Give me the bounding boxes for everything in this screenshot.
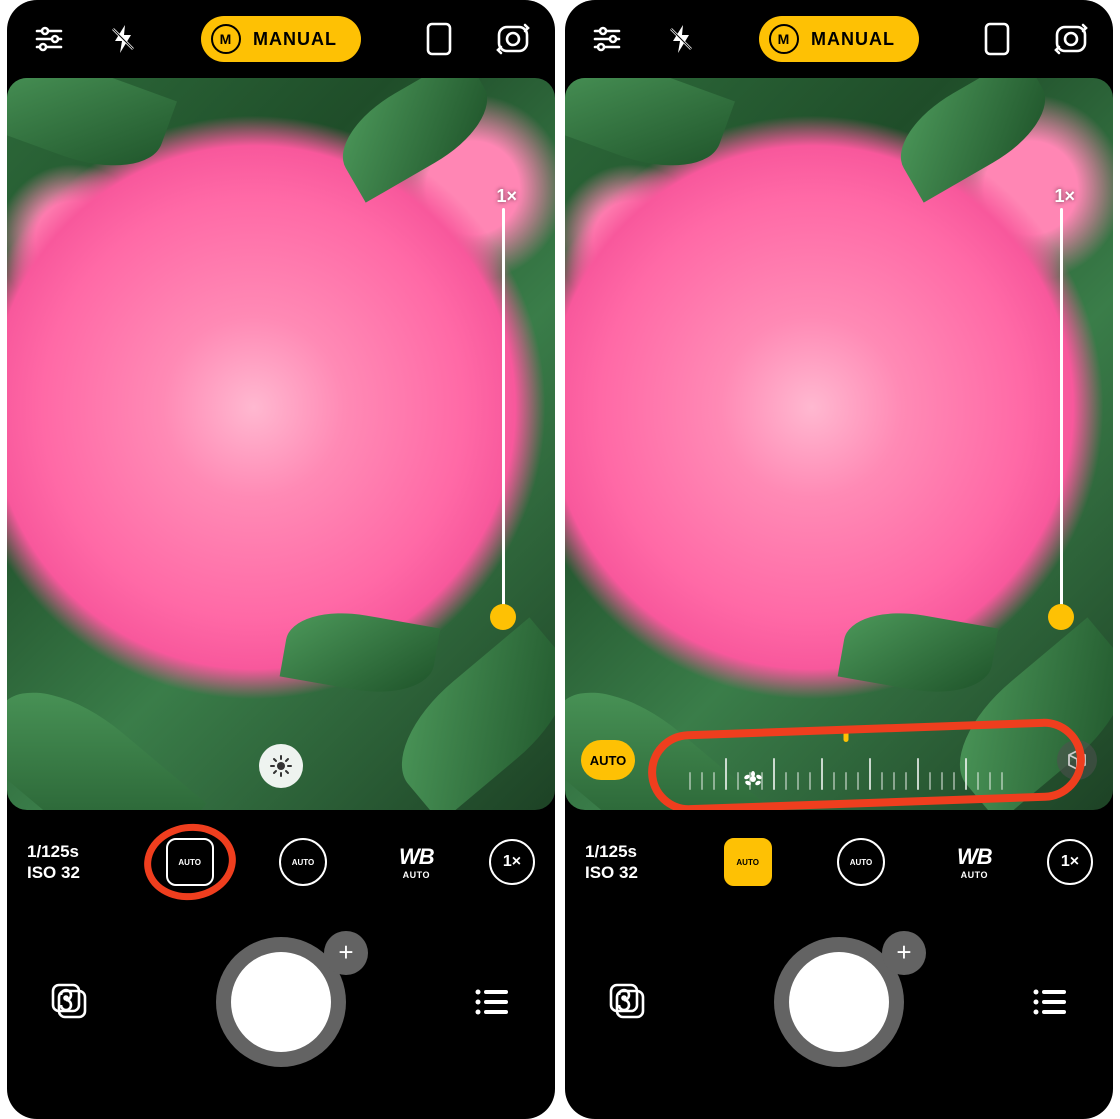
- zoom-slider-track[interactable]: [1060, 208, 1063, 628]
- focus-scale-overlay: AUTO: [565, 710, 1113, 810]
- mode-label: MANUAL: [811, 29, 895, 50]
- zoom-slider-track[interactable]: [502, 208, 505, 628]
- macro-flower-icon: [743, 771, 763, 796]
- shutter-row: +: [7, 914, 555, 1119]
- zoom-slider-thumb[interactable]: [1048, 604, 1074, 630]
- shutter-plus-button[interactable]: +: [882, 931, 926, 975]
- mode-list-button[interactable]: [1025, 977, 1075, 1027]
- lens-selector[interactable]: 1×: [489, 839, 535, 885]
- white-balance-control[interactable]: WB AUTO: [390, 836, 442, 888]
- sun-icon: [269, 754, 293, 778]
- shutter-row: +: [565, 914, 1113, 1119]
- settings-sliders-icon[interactable]: [29, 19, 69, 59]
- viewfinder[interactable]: 1×: [7, 78, 555, 810]
- controls-row: 1/125s ISO 32 AUTO AUTO WB AUTO 1×: [7, 810, 555, 914]
- gallery-button[interactable]: [603, 977, 653, 1027]
- aperture-control[interactable]: AUTO: [835, 836, 887, 888]
- aspect-ratio-icon[interactable]: [419, 19, 459, 59]
- cube-icon: [1066, 749, 1088, 771]
- shutter-button[interactable]: +: [774, 937, 904, 1067]
- shutter-readout: 1/125s: [585, 841, 675, 862]
- focus-position-marker: [844, 726, 849, 742]
- exposure-readout: 1/125s ISO 32: [27, 841, 117, 884]
- focus-control[interactable]: AUTO: [164, 836, 216, 888]
- focus-peaking-button[interactable]: [1057, 740, 1097, 780]
- settings-sliders-icon[interactable]: [587, 19, 627, 59]
- shutter-button[interactable]: +: [216, 937, 346, 1067]
- viewfinder[interactable]: 1× AUTO: [565, 78, 1113, 810]
- focus-auto-chip[interactable]: AUTO: [581, 740, 635, 780]
- top-bar: M MANUAL: [7, 0, 555, 78]
- iso-readout: ISO 32: [585, 862, 675, 883]
- mode-letter: M: [211, 24, 241, 54]
- controls-row: 1/125s ISO 32 AUTO AUTO WB AUTO 1×: [565, 810, 1113, 914]
- exposure-readout: 1/125s ISO 32: [585, 841, 675, 884]
- focus-scale[interactable]: [647, 730, 1045, 790]
- mode-manual-pill[interactable]: M MANUAL: [201, 16, 361, 62]
- zoom-slider-thumb[interactable]: [490, 604, 516, 630]
- shutter-plus-button[interactable]: +: [324, 931, 368, 975]
- mode-manual-pill[interactable]: M MANUAL: [759, 16, 919, 62]
- flash-off-icon[interactable]: [103, 19, 143, 59]
- aperture-control[interactable]: AUTO: [277, 836, 329, 888]
- mode-label: MANUAL: [253, 29, 337, 50]
- mode-list-button[interactable]: [467, 977, 517, 1027]
- focus-control[interactable]: AUTO: [722, 836, 774, 888]
- camera-screen-right: M MANUAL 1×: [565, 0, 1113, 1119]
- aspect-ratio-icon[interactable]: [977, 19, 1017, 59]
- mode-letter: M: [769, 24, 799, 54]
- white-balance-control[interactable]: WB AUTO: [948, 836, 1000, 888]
- flash-off-icon[interactable]: [661, 19, 701, 59]
- camera-screen-left: M MANUAL 1×: [7, 0, 555, 1119]
- zoom-label: 1×: [1054, 186, 1075, 207]
- exposure-overlay-button[interactable]: [259, 744, 303, 788]
- gallery-button[interactable]: [45, 977, 95, 1027]
- top-bar: M MANUAL: [565, 0, 1113, 78]
- shutter-readout: 1/125s: [27, 841, 117, 862]
- zoom-label: 1×: [496, 186, 517, 207]
- switch-camera-icon[interactable]: [493, 19, 533, 59]
- lens-selector[interactable]: 1×: [1047, 839, 1093, 885]
- iso-readout: ISO 32: [27, 862, 117, 883]
- switch-camera-icon[interactable]: [1051, 19, 1091, 59]
